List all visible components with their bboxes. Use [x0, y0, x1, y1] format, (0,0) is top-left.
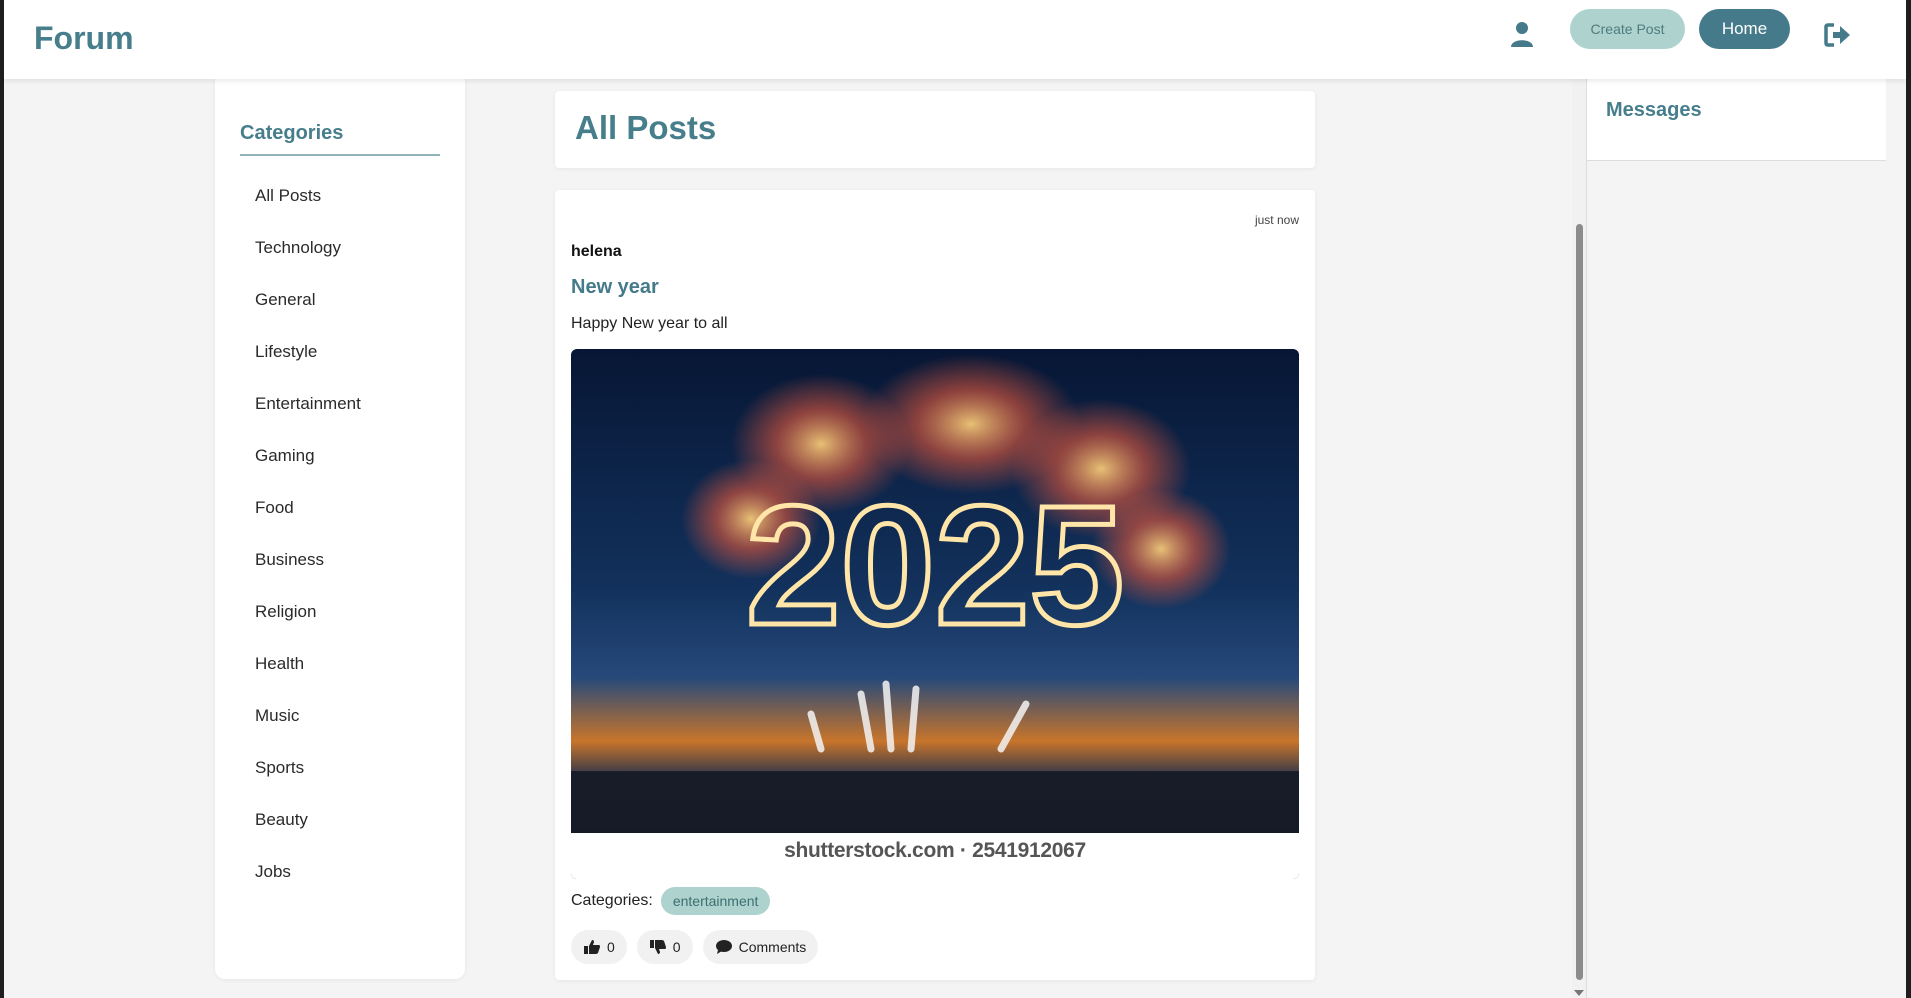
categories-title: Categories — [240, 122, 344, 144]
category-badge[interactable]: entertainment — [660, 887, 771, 915]
like-count: 0 — [607, 939, 615, 955]
sidebar-item-gaming[interactable]: Gaming — [255, 446, 361, 498]
year-sparkler-text: 2025 — [746, 471, 1124, 661]
window-frame-right — [1906, 0, 1911, 998]
sidebar-item-music[interactable]: Music — [255, 706, 361, 758]
messages-header: Messages — [1587, 79, 1886, 161]
scroll-down-arrow-icon[interactable] — [1574, 990, 1584, 996]
post-categories: Categories: entertainment — [571, 887, 771, 915]
sidebar-item-beauty[interactable]: Beauty — [255, 810, 361, 862]
sidebar-item-all-posts[interactable]: All Posts — [255, 186, 361, 238]
post-author[interactable]: helena — [571, 243, 622, 261]
create-post-button[interactable]: Create Post — [1570, 9, 1685, 49]
page-title-card: All Posts — [555, 91, 1315, 168]
categories-divider — [240, 154, 440, 156]
sidebar-item-food[interactable]: Food — [255, 498, 361, 550]
page-title: All Posts — [575, 109, 717, 146]
comments-button[interactable]: Comments — [702, 930, 819, 964]
post-actions: 0 0 Comments — [571, 930, 828, 964]
sidebar-item-religion[interactable]: Religion — [255, 602, 361, 654]
fireworks-image: 2025 — [571, 349, 1299, 879]
post-title[interactable]: New year — [571, 276, 659, 299]
thumbs-down-icon — [649, 940, 666, 954]
messages-title: Messages — [1606, 99, 1702, 121]
post-body: Happy New year to all — [571, 315, 728, 332]
sidebar-item-business[interactable]: Business — [255, 550, 361, 602]
main-scrollbar[interactable] — [1572, 79, 1586, 998]
categories-label: Categories: — [571, 892, 653, 909]
top-navbar: Forum Create Post Home — [4, 0, 1906, 79]
window-frame-left — [0, 0, 4, 998]
sidebar-item-jobs[interactable]: Jobs — [255, 862, 361, 914]
image-watermark: shutterstock.com · 2541912067 — [571, 833, 1299, 879]
sidebar-item-sports[interactable]: Sports — [255, 758, 361, 810]
categories-list: All Posts Technology General Lifestyle E… — [255, 186, 361, 914]
categories-sidebar: Categories All Posts Technology General … — [215, 79, 465, 979]
dislike-count: 0 — [672, 939, 681, 955]
post-card: just now helena New year Happy New year … — [555, 190, 1315, 980]
like-button[interactable]: 0 — [571, 930, 627, 964]
comments-label: Comments — [738, 939, 807, 955]
dislike-button[interactable]: 0 — [636, 930, 693, 964]
scrollbar-thumb[interactable] — [1576, 224, 1583, 980]
sidebar-item-technology[interactable]: Technology — [255, 238, 361, 290]
brand-logo[interactable]: Forum — [34, 20, 134, 57]
sidebar-item-health[interactable]: Health — [255, 654, 361, 706]
sidebar-item-entertainment[interactable]: Entertainment — [255, 394, 361, 446]
sidebar-item-general[interactable]: General — [255, 290, 361, 342]
comment-icon — [715, 940, 732, 954]
main-content: All Posts just now helena New year Happy… — [555, 91, 1315, 980]
post-timestamp: just now — [1254, 213, 1299, 227]
logout-icon[interactable] — [1824, 22, 1852, 48]
sidebar-item-lifestyle[interactable]: Lifestyle — [255, 342, 361, 394]
messages-panel: Messages — [1586, 79, 1886, 998]
home-button[interactable]: Home — [1699, 9, 1790, 49]
post-image[interactable]: 2025 shutterstock.com · 2541912067 — [571, 349, 1299, 879]
thumbs-up-icon — [584, 940, 600, 954]
user-icon[interactable] — [1510, 20, 1534, 48]
